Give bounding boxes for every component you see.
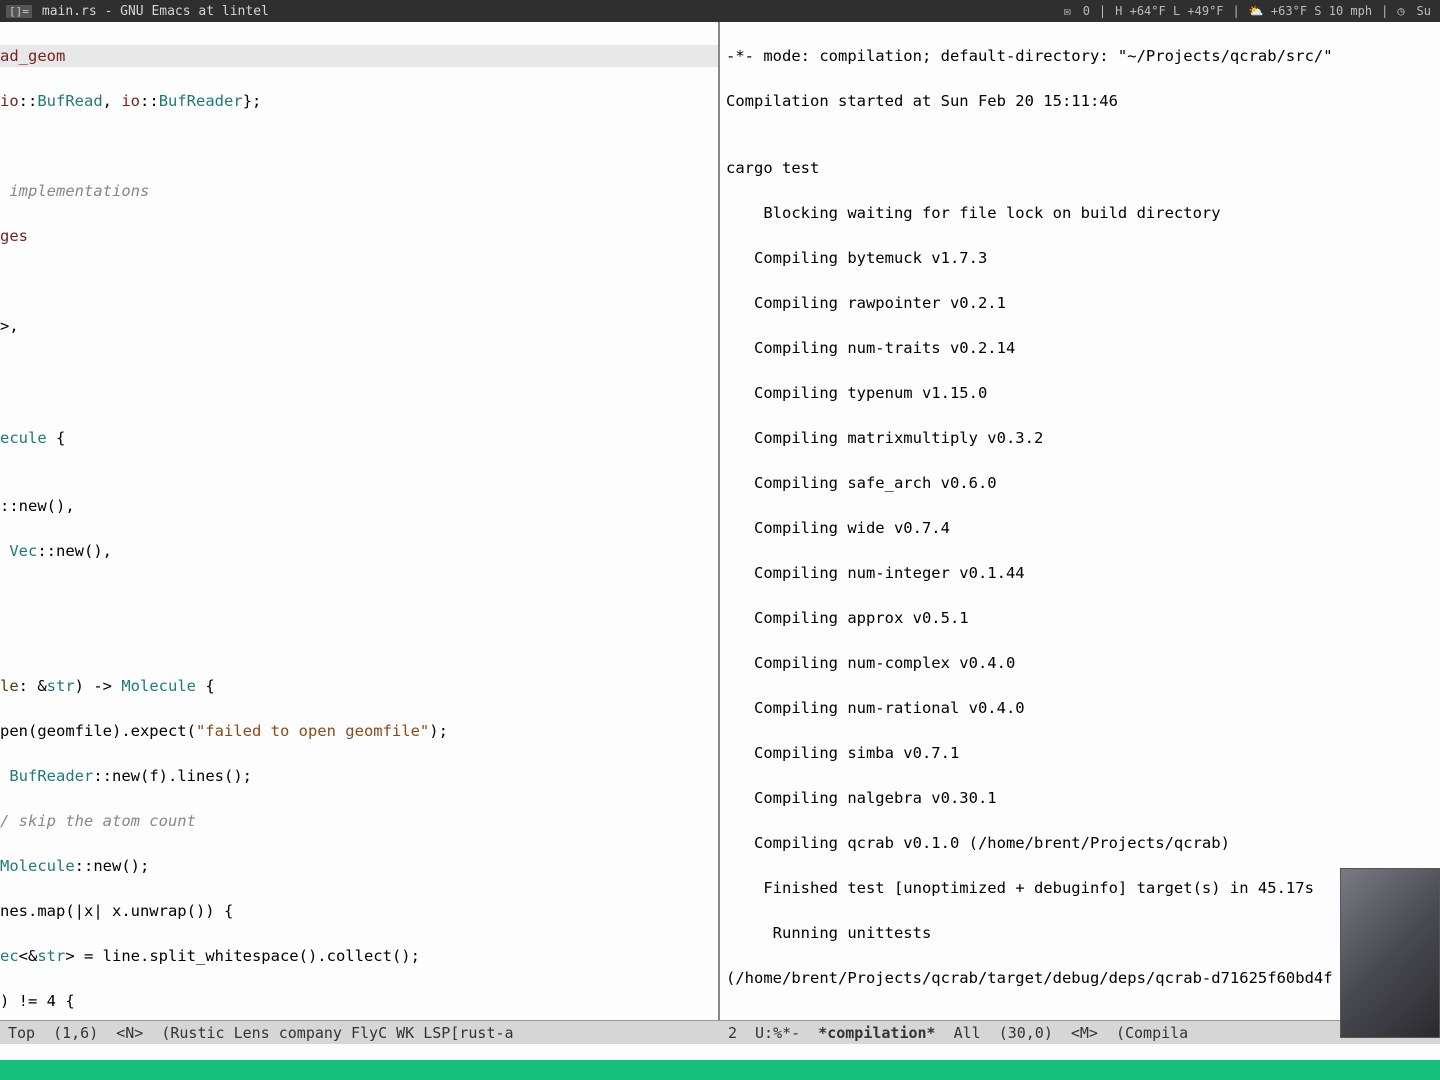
ml-evil-state: <N> — [116, 1024, 143, 1042]
code-line: ges — [0, 225, 718, 248]
title-bar: []= main.rs - GNU Emacs at lintel ✉ 0 | … — [0, 0, 1440, 22]
menu-icon[interactable]: []= — [6, 5, 32, 18]
comp-line: Compiling simba v0.7.1 — [726, 742, 1440, 765]
separator: | — [1099, 4, 1106, 18]
mail-count: 0 — [1080, 4, 1093, 18]
code-line: ec<&str> = line.split_whitespace().colle… — [0, 945, 718, 968]
temperature: H +64°F L +49°F — [1112, 4, 1226, 18]
source-pane[interactable]: ad_geom io::BufRead, io::BufReader}; imp… — [0, 22, 720, 1020]
comp-line: Compiling approx v0.5.1 — [726, 607, 1440, 630]
compilation-pane[interactable]: -*- mode: compilation; default-directory… — [720, 22, 1440, 1020]
code-line: Vec::new(), — [0, 540, 718, 563]
ml-coords: (30,0) — [999, 1024, 1053, 1042]
ml-evil-state: <M> — [1071, 1024, 1098, 1042]
code-line: ::new(), — [0, 495, 718, 518]
ml-position: All — [954, 1024, 981, 1042]
modeline-left[interactable]: Top (1,6) <N> (Rustic Lens company FlyC … — [0, 1021, 720, 1044]
separator: | — [1233, 4, 1240, 18]
ml-major-mode: (Compila — [1116, 1024, 1188, 1042]
comp-line: Compiling qcrab v0.1.0 (/home/brent/Proj… — [726, 832, 1440, 855]
comp-line: Compiling wide v0.7.4 — [726, 517, 1440, 540]
bottom-strip — [0, 1060, 1440, 1080]
code-line: Molecule::new(); — [0, 855, 718, 878]
comp-line: Compiling num-complex v0.4.0 — [726, 652, 1440, 675]
code-line: le: &str) -> Molecule { — [0, 675, 718, 698]
code-line: / skip the atom count — [0, 810, 718, 833]
clock-icon: ◷ — [1394, 4, 1407, 18]
comp-line: Compiling num-traits v0.2.14 — [726, 337, 1440, 360]
comp-line: Compilation started at Sun Feb 20 15:11:… — [726, 90, 1440, 113]
separator: | — [1381, 4, 1388, 18]
code-line: BufReader::new(f).lines(); — [0, 765, 718, 788]
comp-line: Compiling num-rational v0.4.0 — [726, 697, 1440, 720]
comp-line: Compiling rawpointer v0.2.1 — [726, 292, 1440, 315]
ml-encoding: U:%*- — [755, 1024, 800, 1042]
statusbar-right: ✉ 0 | H +64°F L +49°F | ⛅ +63°F S 10 mph… — [1060, 4, 1434, 18]
comp-line: -*- mode: compilation; default-directory… — [726, 45, 1440, 68]
clock: Su — [1414, 4, 1434, 18]
ml-major-mode: (Rustic Lens company FlyC WK LSP[rust-a — [161, 1024, 513, 1042]
code-line-highlighted: ad_geom — [0, 45, 718, 68]
code-line: >, — [0, 315, 718, 338]
code-line: io::BufRead, io::BufReader}; — [0, 90, 718, 113]
ml-a: 2 — [728, 1024, 737, 1042]
mail-icon: ✉ — [1060, 4, 1073, 18]
ml-coords: (1,6) — [53, 1024, 98, 1042]
comp-line: Compiling bytemuck v1.7.3 — [726, 247, 1440, 270]
code-line: pen(geomfile).expect("failed to open geo… — [0, 720, 718, 743]
comp-line: Compiling safe_arch v0.6.0 — [726, 472, 1440, 495]
code-line: nes.map(|x| x.unwrap()) { — [0, 900, 718, 923]
comp-line: cargo test — [726, 157, 1440, 180]
weather: ⛅ +63°F S 10 mph — [1246, 4, 1375, 18]
comp-line: Running unittests — [726, 922, 1440, 945]
code-line: implementations — [0, 180, 718, 203]
ml-position: Top — [8, 1024, 35, 1042]
comp-line: Compiling matrixmultiply v0.3.2 — [726, 427, 1440, 450]
editor-split: ad_geom io::BufRead, io::BufReader}; imp… — [0, 22, 1440, 1020]
code-line: ) != 4 { — [0, 990, 718, 1013]
webcam-overlay — [1340, 868, 1440, 1038]
comp-line: (/home/brent/Projects/qcrab/target/debug… — [726, 967, 1440, 990]
comp-line: Compiling typenum v1.15.0 — [726, 382, 1440, 405]
modeline-right[interactable]: 2 U:%*- *compilation* All (30,0) <M> (Co… — [720, 1021, 1440, 1044]
comp-line: Blocking waiting for file lock on build … — [726, 202, 1440, 225]
modeline: Top (1,6) <N> (Rustic Lens company FlyC … — [0, 1020, 1440, 1044]
comp-line: Compiling num-integer v0.1.44 — [726, 562, 1440, 585]
comp-line: Compiling nalgebra v0.30.1 — [726, 787, 1440, 810]
ml-buffer-name: *compilation* — [818, 1024, 935, 1042]
window-title: main.rs - GNU Emacs at lintel — [42, 4, 269, 19]
code-line: ecule { — [0, 427, 718, 450]
comp-line: Finished test [unoptimized + debuginfo] … — [726, 877, 1440, 900]
minibuffer[interactable] — [0, 1044, 1440, 1060]
